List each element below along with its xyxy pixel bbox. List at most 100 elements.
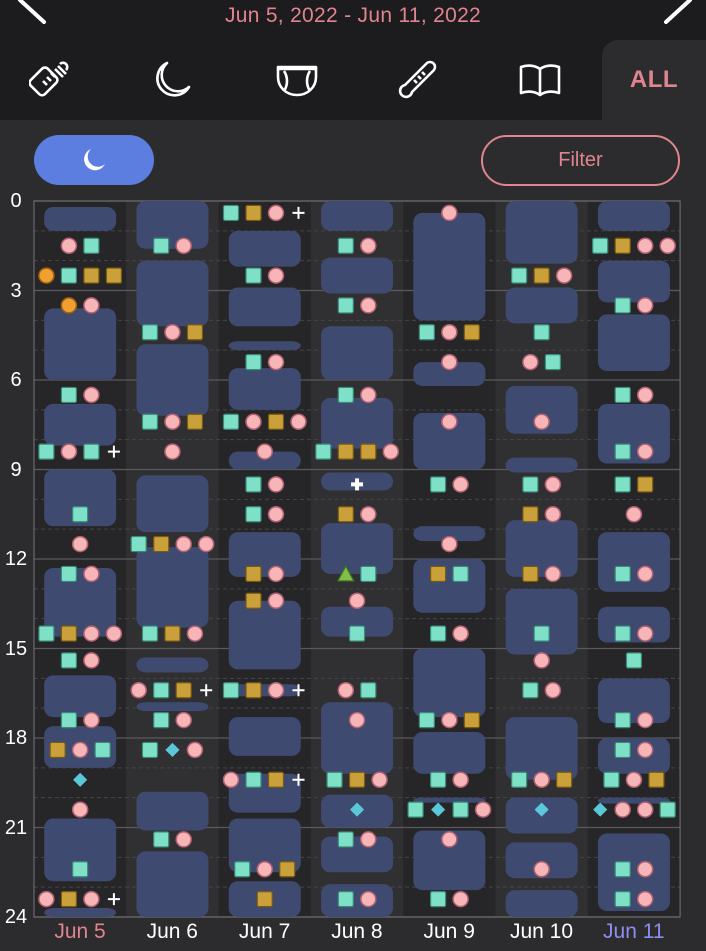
feeding-marker[interactable] [186,625,204,642]
sleep-block[interactable] [321,836,394,873]
sleep-block[interactable] [44,567,117,637]
feeding-marker[interactable] [441,535,458,553]
feeding-marker[interactable] [267,565,285,583]
teal-diaper-marker[interactable] [614,443,631,460]
tab-health[interactable] [372,40,464,120]
feeding-marker[interactable] [267,682,285,699]
feeding-marker[interactable] [636,711,654,729]
sleep-block[interactable] [136,851,209,917]
feeding-marker[interactable] [83,625,100,642]
feeding-marker[interactable] [267,204,285,222]
feeding-marker[interactable] [544,682,562,699]
feeding-marker[interactable] [522,353,539,371]
feeding-marker[interactable] [452,625,469,642]
orange-marker[interactable] [60,297,78,314]
teal-diaper-marker[interactable] [418,711,435,729]
feeding-marker[interactable] [533,861,550,878]
feeding-marker[interactable] [60,443,78,460]
teal-diaper-marker[interactable] [592,237,609,254]
teal-diaper-marker[interactable] [430,476,447,493]
gold-diaper-marker[interactable] [637,476,654,493]
feeding-marker[interactable] [441,711,458,729]
teal-diaper-marker[interactable] [38,625,55,642]
sleep-block[interactable] [321,201,394,231]
feeding-marker[interactable] [474,801,492,818]
sleep-block[interactable] [321,397,394,449]
sleep-block[interactable] [136,791,209,831]
teal-diaper-marker[interactable] [533,625,550,642]
feeding-marker[interactable] [659,237,676,254]
teal-diaper-marker[interactable] [60,711,78,729]
teal-diaper-marker[interactable] [452,801,469,818]
teal-diaper-marker[interactable] [360,565,377,583]
teal-diaper-marker[interactable] [614,625,631,642]
gold-diaper-marker[interactable] [186,324,204,341]
feeding-marker[interactable] [636,861,654,878]
feeding-marker[interactable] [441,324,458,341]
sleep-block[interactable] [136,201,209,249]
teal-diaper-marker[interactable] [337,297,354,314]
sleep-block[interactable] [413,212,486,321]
feeding-marker[interactable] [175,535,192,553]
feeding-marker[interactable] [360,386,377,404]
sleep-block[interactable] [413,797,486,803]
feeding-marker[interactable] [360,831,377,848]
gold-diaper-marker[interactable] [463,711,480,729]
teal-diaper-marker[interactable] [94,741,111,759]
teal-diaper-marker[interactable] [130,535,147,553]
gold-diaper-marker[interactable] [463,324,480,341]
teal-diaper-marker[interactable] [511,771,528,788]
feeding-marker[interactable] [625,771,643,789]
gold-diaper-marker[interactable] [337,443,354,460]
gold-diaper-marker[interactable] [245,682,262,699]
gold-diaper-marker[interactable] [256,890,273,908]
sleep-block[interactable] [228,341,301,351]
teal-diaper-marker[interactable] [360,682,377,699]
sleep-block[interactable] [321,523,394,574]
sleep-block[interactable] [597,678,670,724]
feeding-marker[interactable] [636,443,654,460]
teal-diaper-marker[interactable] [603,771,620,788]
feeding-marker[interactable] [337,682,355,699]
feeding-marker[interactable] [38,890,55,908]
teal-diaper-marker[interactable] [83,443,100,460]
teal-diaper-marker[interactable] [452,565,469,583]
sleep-block[interactable] [597,833,670,912]
sleep-block[interactable] [44,675,117,718]
teal-diaper-marker[interactable] [337,890,354,908]
sleep-block[interactable] [321,326,394,380]
teal-diaper-marker[interactable] [326,771,343,788]
sleep-block[interactable] [228,532,301,577]
tab-all[interactable]: ALL [602,40,706,120]
teal-diaper-marker[interactable] [337,386,354,404]
feeding-marker[interactable] [83,652,100,669]
sleep-block[interactable] [228,684,301,697]
feeding-marker[interactable] [636,386,654,404]
gold-diaper-marker[interactable] [348,771,366,788]
sleep-block[interactable] [228,230,301,267]
teal-diaper-marker[interactable] [222,204,240,222]
sleep-block[interactable] [505,588,578,655]
feeding-marker[interactable] [83,711,100,729]
sleep-block[interactable] [505,717,578,780]
feeding-marker[interactable] [533,413,550,431]
feeding-marker[interactable] [636,237,654,254]
feeding-marker[interactable] [360,297,377,314]
teal-diaper-marker[interactable] [430,625,447,642]
gold-diaper-marker[interactable] [533,267,550,284]
feeding-marker[interactable] [544,506,562,523]
feeding-marker[interactable] [636,297,654,314]
feeding-marker[interactable] [348,711,366,729]
sleep-block[interactable] [321,884,394,917]
chevron-right-icon[interactable] [660,0,704,24]
teal-diaper-marker[interactable] [222,682,240,699]
orange-marker[interactable] [38,267,55,284]
sleep-block[interactable] [505,201,578,264]
feeding-marker[interactable] [245,413,262,431]
gold-diaper-marker[interactable] [60,890,78,908]
feeding-marker[interactable] [544,565,562,583]
teal-diaper-marker[interactable] [141,413,159,430]
teal-diaper-marker[interactable] [544,354,562,371]
gold-diaper-marker[interactable] [522,565,539,583]
feeding-marker[interactable] [452,476,469,493]
